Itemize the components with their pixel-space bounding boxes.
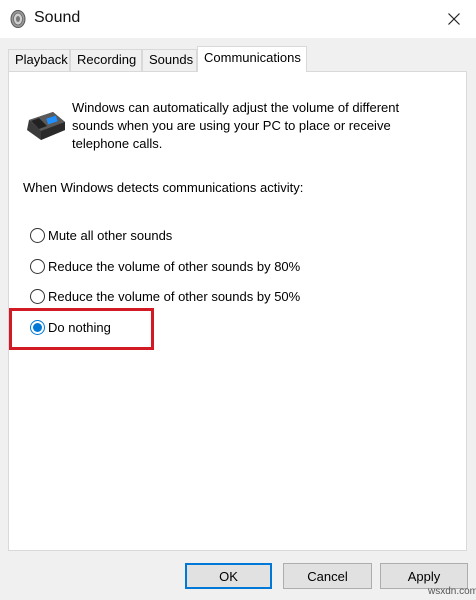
tab-sounds[interactable]: Sounds: [142, 49, 197, 71]
ok-button[interactable]: OK: [185, 563, 272, 589]
close-icon: [448, 13, 460, 25]
option-reduce-50[interactable]: Reduce the volume of other sounds by 50%: [30, 286, 300, 306]
activity-prompt: When Windows detects communications acti…: [23, 180, 304, 195]
tab-recording[interactable]: Recording: [70, 49, 142, 71]
speaker-icon: [9, 9, 27, 29]
close-button[interactable]: [440, 6, 468, 32]
cancel-button[interactable]: Cancel: [283, 563, 372, 589]
description-line: Windows can automatically adjust the vol…: [72, 100, 400, 115]
radio-button[interactable]: [30, 227, 45, 243]
telephone-icon: [25, 108, 67, 142]
tab-communications[interactable]: Communications: [197, 46, 307, 72]
highlight-box: [9, 308, 154, 350]
description-line: sounds when you are using your PC to pla…: [72, 118, 391, 133]
description-line: telephone calls.: [72, 136, 163, 151]
radio-button[interactable]: [30, 258, 45, 274]
title-bar: Sound: [0, 0, 476, 38]
window-title: Sound: [34, 9, 81, 26]
option-label: Mute all other sounds: [48, 227, 173, 243]
watermark: wsxdn.com: [428, 586, 476, 597]
radio-button[interactable]: [30, 288, 45, 304]
description-text: Windows can automatically adjust the vol…: [72, 99, 432, 153]
option-reduce-80[interactable]: Reduce the volume of other sounds by 80%: [30, 256, 300, 276]
tab-playback[interactable]: Playback: [8, 49, 70, 71]
option-label: Reduce the volume of other sounds by 80%: [48, 258, 301, 274]
option-label: Reduce the volume of other sounds by 50%: [48, 288, 301, 304]
option-mute-all[interactable]: Mute all other sounds: [30, 225, 172, 245]
